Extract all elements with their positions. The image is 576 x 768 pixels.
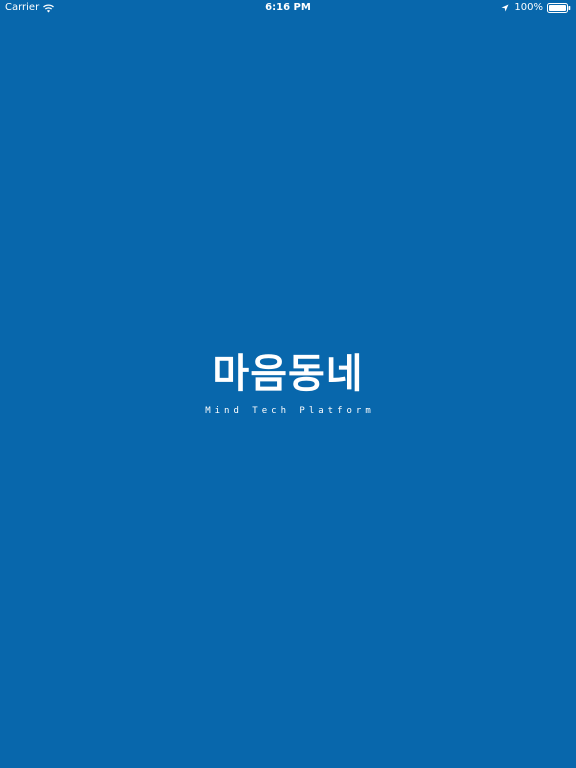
status-bar-time: 6:16 PM xyxy=(265,2,311,13)
battery-percent: 100% xyxy=(514,2,543,13)
app-tagline: Mind Tech Platform xyxy=(205,406,375,416)
status-bar-right: 100% xyxy=(501,0,571,16)
location-icon xyxy=(501,4,509,12)
splash-screen: Carrier 6:16 PM 100% 마음동네 Mind Tech Plat… xyxy=(0,0,576,768)
battery-icon xyxy=(547,3,571,13)
app-title: 마음동네 xyxy=(212,351,364,397)
status-bar: Carrier 6:16 PM 100% xyxy=(0,0,576,16)
app-logo: 마음동네 Mind Tech Platform xyxy=(0,350,576,417)
